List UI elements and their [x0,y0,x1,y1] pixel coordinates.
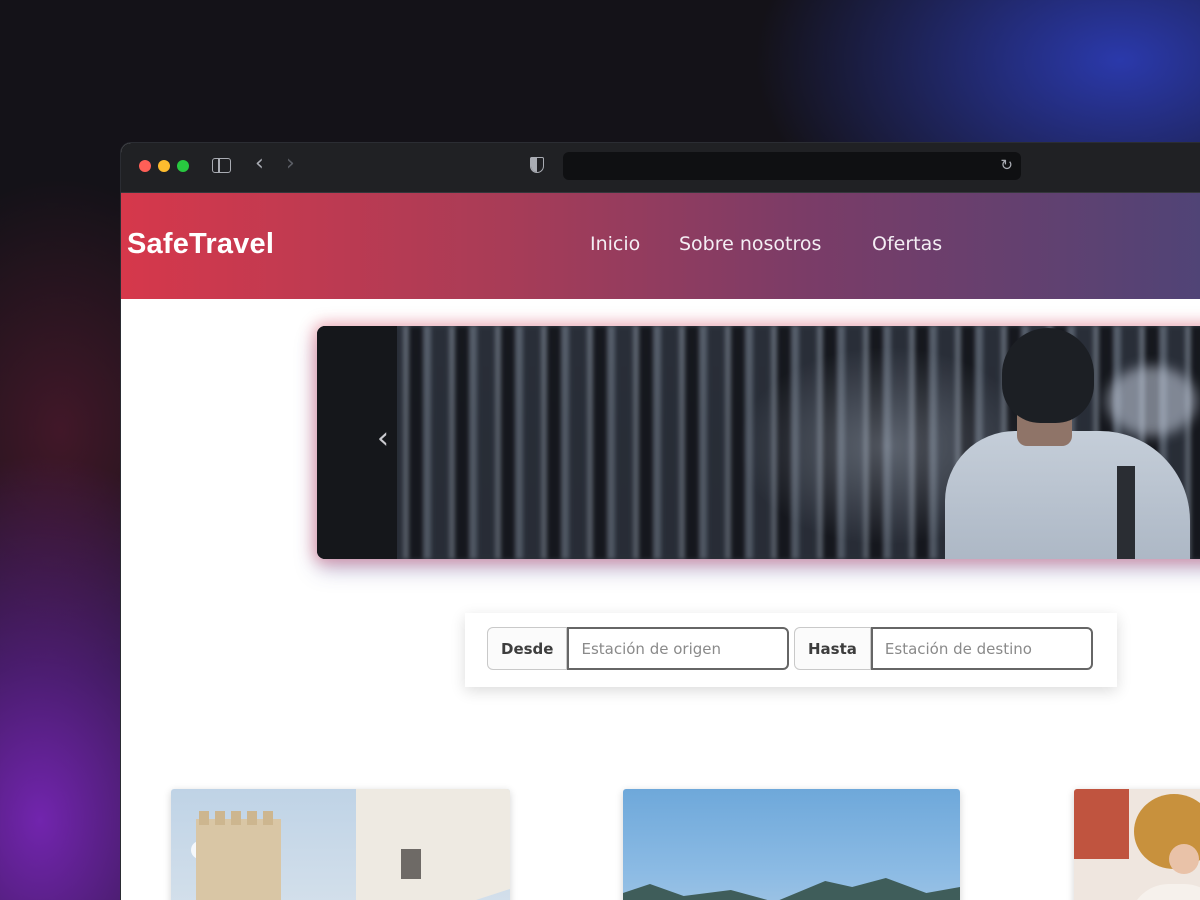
route-search-panel: Desde Hasta [465,613,1117,687]
site-header: SafeTravel Inicio Sobre nosotros Ofertas [121,193,1200,299]
nav-link-ofertas[interactable]: Ofertas [872,233,942,255]
destination-field-group: Hasta [794,627,1093,670]
origin-field-group: Desde [487,627,790,670]
chevron-right-icon[interactable]: › [286,153,295,175]
destination-card-1[interactable] [171,789,510,900]
close-window-button[interactable] [139,160,151,172]
hero-person-head [1002,328,1094,423]
card-image-tower [196,819,281,900]
site-logo[interactable]: SafeTravel [127,228,274,261]
destination-card-3[interactable] [1074,789,1200,900]
shield-icon[interactable] [530,157,544,173]
hero-image-bokeh [1107,366,1197,436]
hero-person-body [945,431,1190,559]
card-image-tower-top [199,811,279,825]
chevron-left-icon[interactable]: ‹ [255,153,264,175]
card-image-window [401,849,421,879]
origin-label: Desde [487,627,568,670]
destination-input[interactable] [870,627,1093,670]
nav-link-inicio[interactable]: Inicio [590,233,640,255]
card-image-person-face [1169,844,1199,874]
sidebar-icon[interactable] [212,158,231,173]
address-bar[interactable]: ↻ [563,152,1021,180]
destination-label: Hasta [794,627,871,670]
reload-icon[interactable]: ↻ [1000,156,1013,174]
card-image-building [356,789,510,900]
nav-link-sobre-nosotros[interactable]: Sobre nosotros [679,233,821,255]
hero-carousel: ‹ › [317,326,1200,559]
card-image-person-shirt [1129,884,1200,900]
card-image-mountains [623,878,960,900]
hero-person-strap [1117,466,1135,559]
minimize-window-button[interactable] [158,160,170,172]
destination-card-2[interactable] [623,789,960,900]
maximize-window-button[interactable] [177,160,189,172]
origin-input[interactable] [567,627,790,670]
carousel-prev-icon[interactable]: ‹ [377,421,389,456]
browser-window: ‹ › ↻ SafeTravel Inicio Sobre nosotros O… [121,143,1200,900]
browser-toolbar: ‹ › ↻ [121,143,1200,193]
card-image-awning [1074,789,1129,859]
